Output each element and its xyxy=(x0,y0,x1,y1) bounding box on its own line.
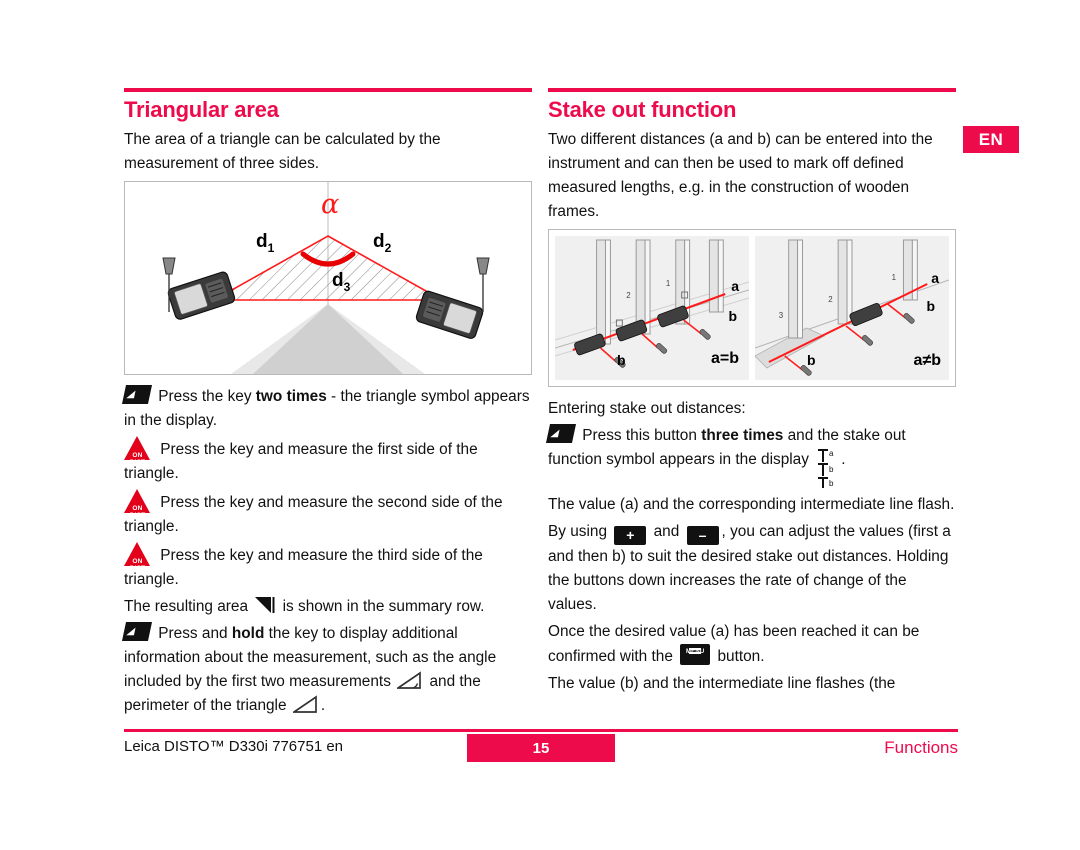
step-4-text: Press the key and measure the third side… xyxy=(124,547,483,589)
equation-a-not-equals-b: a≠b xyxy=(913,352,941,370)
result-suffix: is shown in the summary row. xyxy=(278,598,485,616)
stake-out-panel-unequal: 3 2 1 a b b a≠b xyxy=(755,236,949,381)
three-times-bold: three times xyxy=(701,427,784,445)
flash-paragraph: The value (a) and the corresponding inte… xyxy=(548,496,955,514)
step-measure-second-side: ON DIST Press the key and measure the sec… xyxy=(124,489,532,539)
svg-text:b: b xyxy=(829,479,834,488)
figure-label-d3: d3 xyxy=(332,270,350,294)
hold-bold: hold xyxy=(231,625,265,643)
d3-letter: d xyxy=(332,270,344,292)
step-1-bold: two times xyxy=(255,388,327,406)
step-1-text-before: Press the key xyxy=(158,388,256,406)
entering-stake-out-heading: Entering stake out distances: xyxy=(548,400,746,418)
footer: Leica DISTO™ D330i 776751 en 15 Function… xyxy=(124,734,958,764)
confirm-paragraph: Once the desired value (a) has been reac… xyxy=(548,620,956,669)
hold-suffix: . xyxy=(320,697,326,715)
three-times-suffix: . xyxy=(841,451,846,469)
area-triangle-icon xyxy=(255,597,275,614)
adjust-prefix: By using xyxy=(548,523,612,541)
svg-text:3: 3 xyxy=(779,311,784,320)
step-3-text: Press the key and measure the second sid… xyxy=(124,494,503,536)
stake-out-figure: 2 1 a b b a=b 3 2 1 a b b a≠b xyxy=(548,229,956,388)
triangle-area-figure: α d1 d2 d3 xyxy=(124,181,532,376)
hold-key-paragraph: ◢ Press and hold the key to display addi… xyxy=(121,622,532,718)
stake-out-symbol-icon: abb xyxy=(815,448,839,490)
on-dist-key-icon[interactable]: ON DIST xyxy=(124,542,151,572)
section-rule-right xyxy=(548,88,956,92)
adjust-mid: and xyxy=(649,523,684,541)
label-b-bottom-equal: b xyxy=(617,352,626,369)
result-prefix: The resulting area xyxy=(124,598,253,616)
section-rule-left xyxy=(124,88,532,92)
svg-text:2: 2 xyxy=(626,291,631,300)
right-column: Stake out function Two different distanc… xyxy=(545,88,956,699)
d1-letter: d xyxy=(256,231,268,253)
on-dist-key-icon[interactable]: ON DIST xyxy=(124,489,151,519)
svg-text:1: 1 xyxy=(892,273,897,282)
func-key-icon[interactable]: ◢ xyxy=(545,424,577,444)
footer-product-info: Leica DISTO™ D330i 776751 en xyxy=(124,738,344,755)
menu-key-icon[interactable]: MENU xyxy=(680,644,711,666)
stake-out-panel-equal: 2 1 a b b a=b xyxy=(555,236,749,381)
step-press-three-times: ◢ Press this button three times and the … xyxy=(545,424,956,490)
equation-a-equals-b: a=b xyxy=(710,350,739,368)
step-func-two-times: ◢ Press the key two times - the triangle… xyxy=(121,385,532,433)
footer-section-name: Functions xyxy=(884,738,958,757)
d2-sub: 2 xyxy=(384,240,392,255)
page-title-triangular-area: Triangular area xyxy=(124,97,279,122)
confirm-suffix: button. xyxy=(713,648,765,666)
language-badge: EN xyxy=(963,126,1019,153)
d2-letter: d xyxy=(373,231,385,253)
page-title-stake-out-function: Stake out function xyxy=(548,97,737,122)
final-paragraph: The value (b) and the intermediate line … xyxy=(548,675,896,693)
three-times-prefix: Press this button xyxy=(582,427,702,445)
d3-sub: 3 xyxy=(343,279,351,294)
plus-key-icon[interactable]: + xyxy=(614,526,647,546)
stake-out-intro: Two different distances (a and b) can be… xyxy=(548,131,933,221)
perimeter-triangle-icon xyxy=(292,695,317,713)
svg-text:b: b xyxy=(829,465,834,474)
label-b-bottom-unequal: b xyxy=(807,352,816,369)
step-measure-third-side: ON DIST Press the key and measure the thi… xyxy=(124,542,532,592)
menu-key-label: MENU xyxy=(685,649,705,656)
label-b-top-unequal: b xyxy=(926,298,935,315)
label-a-equal: a xyxy=(731,278,739,295)
triangular-area-intro: The area of a triangle can be calculated… xyxy=(124,131,441,173)
label-b-top-equal: b xyxy=(728,308,737,325)
footer-rule xyxy=(124,729,958,732)
hold-prefix: Press and xyxy=(158,625,232,643)
figure-label-alpha: α xyxy=(321,189,340,221)
on-dist-key-icon[interactable]: ON DIST xyxy=(124,436,151,466)
d1-sub: 1 xyxy=(267,240,275,255)
document-page: EN Triangular area The area of a triangl… xyxy=(0,0,1080,850)
svg-text:2: 2 xyxy=(828,295,833,304)
func-key-icon[interactable]: ◢ xyxy=(121,622,153,642)
figure-label-d1: d1 xyxy=(256,231,274,255)
label-a-unequal: a xyxy=(931,270,939,287)
svg-text:1: 1 xyxy=(666,279,671,288)
left-column: Triangular area The area of a triangle c… xyxy=(121,88,532,721)
resulting-area-line: The resulting area is shown in the summa… xyxy=(124,595,532,619)
footer-page-number: 15 xyxy=(467,734,615,762)
angle-triangle-icon xyxy=(397,671,422,689)
svg-text:a: a xyxy=(829,449,834,458)
func-key-icon[interactable]: ◢ xyxy=(121,385,153,405)
figure-label-d2: d2 xyxy=(373,231,391,255)
step-2-text: Press the key and measure the first side… xyxy=(124,441,478,483)
adjust-values-paragraph: By using + and –, you can adjust the val… xyxy=(548,520,956,617)
minus-key-icon[interactable]: – xyxy=(686,526,719,546)
step-measure-first-side: ON DIST Press the key and measure the fir… xyxy=(124,436,532,486)
